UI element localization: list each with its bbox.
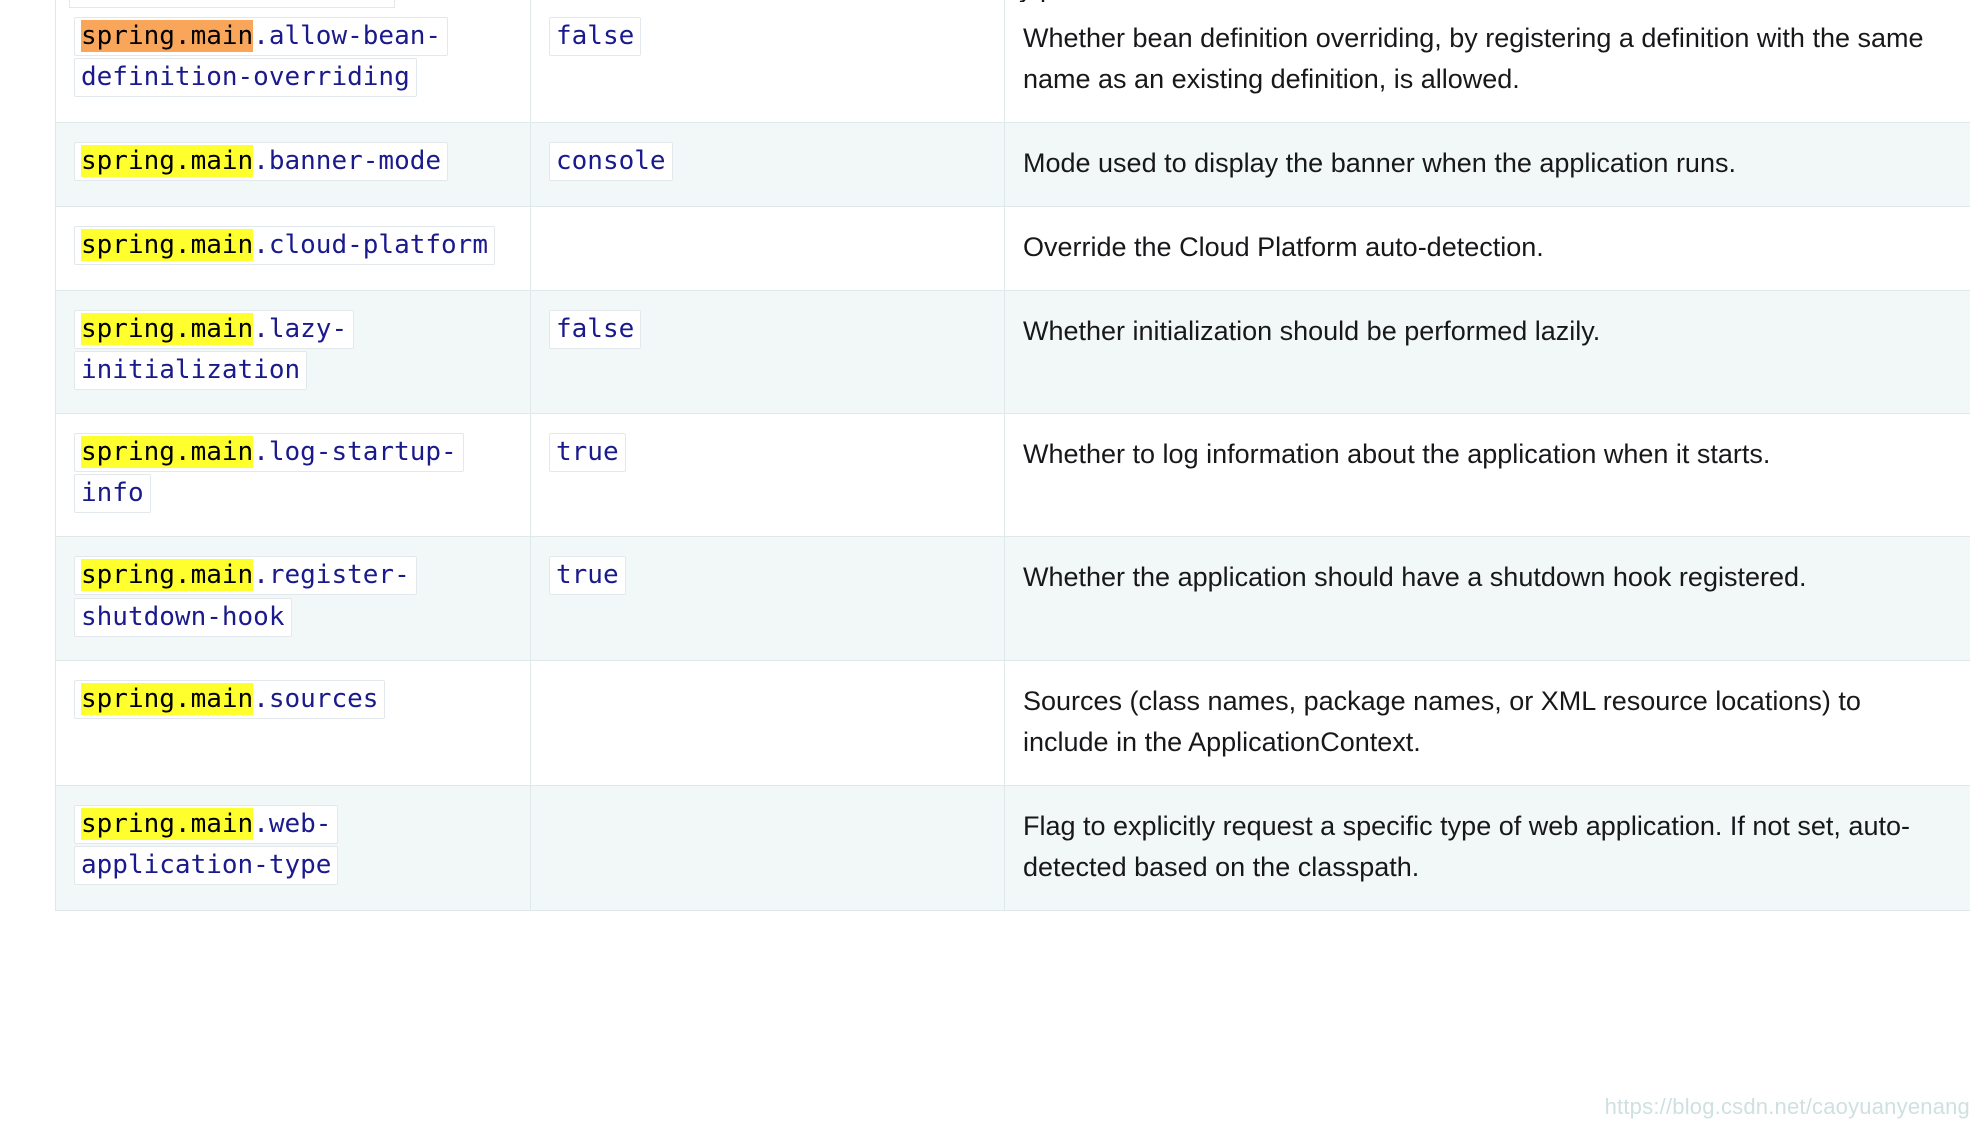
clipped-row-description-remnant: y p [1007, 0, 1970, 8]
description-cell: Whether initialization should be perform… [1004, 290, 1970, 415]
default-value-cell: true [530, 536, 1005, 661]
property-key-code: spring.main.log-startup-info [74, 433, 464, 514]
clipped-code-chip [69, 0, 395, 8]
description-text: Whether to log information about the app… [1023, 439, 1771, 470]
default-value-cell: false [530, 0, 1005, 124]
property-key-cell: spring.main.register-shutdown-hook [55, 536, 531, 661]
default-value-cell: console [530, 122, 1005, 208]
property-key-prefix: spring.main [81, 436, 254, 469]
code-chip: true [549, 433, 626, 473]
property-key-code: spring.main.cloud-platform [74, 226, 495, 266]
default-value-code: false [549, 17, 642, 56]
code-chip: spring.main.web-application-type [74, 804, 339, 885]
properties-table: spring.main.allow-bean-definition-overri… [55, 0, 1970, 911]
code-chip: true [549, 556, 626, 596]
property-key-code: spring.main.register-shutdown-hook [74, 556, 417, 637]
table-row: spring.main.lazy-initialization false Whet… [55, 290, 1970, 415]
property-key-code: spring.main.banner-mode [74, 142, 449, 182]
default-value-code: false [549, 310, 642, 350]
property-key-cell: spring.main.web-application-type [55, 784, 531, 911]
property-key-prefix: spring.main [81, 145, 254, 178]
property-key-code: spring.main.web-application-type [74, 804, 339, 885]
code-chip: console [549, 142, 673, 182]
clipped-description-text: y p [1019, 0, 1055, 2]
code-chip: spring.main.cloud-platform [74, 226, 495, 266]
default-value-cell [530, 659, 1005, 786]
property-key-prefix: spring.main [81, 229, 254, 262]
description-cell: Mode used to display the banner when the… [1004, 122, 1970, 208]
code-chip: spring.main.lazy-initialization [74, 310, 355, 391]
property-key-cell: spring.main.log-startup-info [55, 413, 531, 538]
property-key-code: spring.main.sources [74, 679, 386, 719]
description-cell: Sources (class names, package names, or … [1004, 659, 1970, 786]
properties-table-body: spring.main.allow-bean-definition-overri… [55, 0, 1970, 911]
code-chip: false [549, 17, 642, 56]
default-value-cell: true [530, 413, 1005, 538]
description-cell: Whether the application should have a sh… [1004, 536, 1970, 661]
property-key-cell: spring.main.sources [55, 659, 531, 786]
property-key-cell: spring.main.banner-mode [55, 122, 531, 208]
description-cell: Whether to log information about the app… [1004, 413, 1970, 538]
default-value-code: true [549, 433, 626, 473]
property-key-suffix: .banner-mode [253, 146, 442, 177]
table-row: spring.main.banner-mode console Mode used … [55, 122, 1970, 208]
property-key-prefix: spring.main [81, 559, 254, 592]
property-key-suffix: .sources [253, 683, 379, 714]
table-row: spring.main.web-application-type Flag to … [55, 784, 1970, 911]
code-chip: spring.main.register-shutdown-hook [74, 556, 417, 637]
property-key-prefix: spring.main [81, 682, 254, 715]
description-text: Whether initialization should be perform… [1023, 316, 1601, 347]
description-text: Whether bean definition overriding, by r… [1023, 23, 1924, 95]
default-value-code: console [549, 142, 673, 182]
description-text: Whether the application should have a sh… [1023, 562, 1807, 593]
description-cell: Whether bean definition overriding, by r… [1004, 0, 1970, 124]
default-value-cell: false [530, 290, 1005, 415]
default-value-cell [530, 206, 1005, 292]
property-key-cell: spring.main.lazy-initialization [55, 290, 531, 415]
description-cell: Flag to explicitly request a specific ty… [1004, 784, 1970, 911]
default-value-code: true [549, 556, 626, 596]
code-chip: false [549, 310, 642, 350]
description-text: Flag to explicitly request a specific ty… [1023, 810, 1910, 882]
clipped-row-key-remnant [56, 0, 531, 9]
table-row: spring.main.log-startup-info true Whether … [55, 413, 1970, 538]
description-cell: Override the Cloud Platform auto-detecti… [1004, 206, 1970, 292]
description-text: Override the Cloud Platform auto-detecti… [1023, 232, 1544, 263]
table-row: spring.main.sources Sources (class names,… [55, 659, 1970, 786]
documentation-page: spring.main.allow-bean-definition-overri… [0, 0, 1970, 1134]
code-chip: spring.main.sources [74, 679, 386, 719]
table-row: spring.main.allow-bean-definition-overri… [55, 0, 1970, 124]
csdn-watermark: https://blog.csdn.net/caoyuanyenang [1604, 1094, 1970, 1119]
table-row: spring.main.register-shutdown-hook true Wh… [55, 536, 1970, 661]
code-chip: spring.main.log-startup-info [74, 433, 464, 514]
property-key-cell: spring.main.cloud-platform [55, 206, 531, 292]
description-text: Mode used to display the banner when the… [1023, 148, 1736, 179]
property-key-prefix: spring.main [81, 313, 254, 346]
property-key-prefix: spring.main [81, 20, 254, 52]
property-key-prefix: spring.main [81, 807, 254, 840]
description-text: Sources (class names, package names, or … [1023, 685, 1861, 757]
default-value-cell [530, 784, 1005, 911]
property-key-code: spring.main.allow-bean-definition-overri… [74, 17, 449, 98]
code-chip: spring.main.allow-bean-definition-overri… [74, 17, 449, 98]
property-key-suffix: .cloud-platform [253, 230, 488, 261]
property-key-code: spring.main.lazy-initialization [74, 310, 355, 391]
code-chip: spring.main.banner-mode [74, 142, 449, 182]
property-key-cell: spring.main.allow-bean-definition-overri… [55, 0, 531, 124]
table-row: spring.main.cloud-platform Override the C… [55, 206, 1970, 292]
